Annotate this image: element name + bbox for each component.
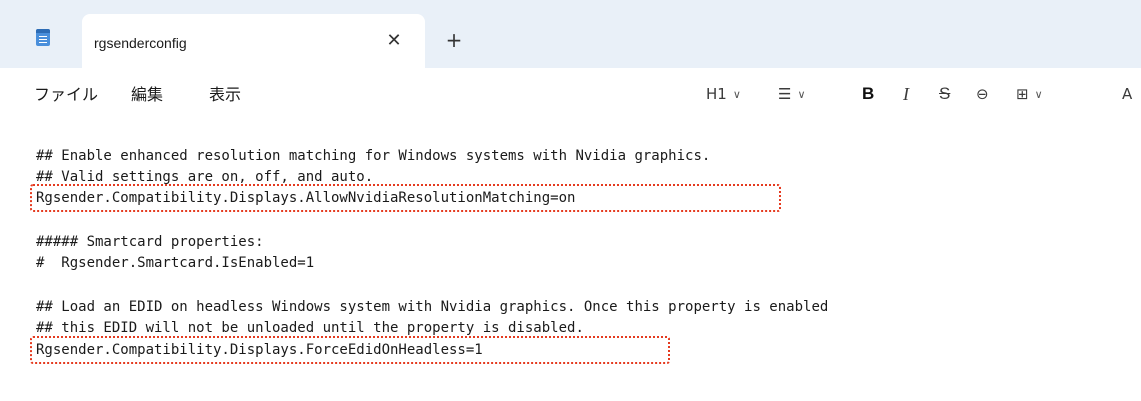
tab-title: rgsenderconfig [94, 35, 187, 51]
highlight-box [30, 184, 781, 212]
table-dropdown[interactable]: ⊞ ∨ [1016, 78, 1043, 110]
strikethrough-button[interactable]: S [939, 78, 950, 110]
editor-line: ## this EDID will not be unloaded until … [36, 320, 584, 336]
list-dropdown[interactable]: ☰ ∨ [778, 78, 806, 110]
editor-line: ##### Smartcard properties: [36, 234, 264, 250]
table-icon: ⊞ [1016, 85, 1029, 103]
more-format-button[interactable]: A [1122, 78, 1132, 110]
editor-line: ## Load an EDID on headless Windows syst… [36, 299, 829, 315]
tab-rgsenderconfig[interactable]: rgsenderconfig ✕ [82, 14, 425, 68]
chevron-down-icon: ∨ [732, 87, 741, 101]
editor-line: ## Enable enhanced resolution matching f… [36, 148, 711, 164]
notepad-icon [36, 29, 50, 46]
bold-button[interactable]: B [862, 78, 874, 110]
menu-bar: ファイル 編集 表示 H1 ∨ ☰ ∨ B I S ⊖ ⊞ ∨ A [0, 68, 1141, 124]
list-icon: ☰ [778, 85, 792, 103]
link-button[interactable]: ⊖ [976, 78, 989, 110]
chevron-down-icon: ∨ [1034, 87, 1043, 101]
editor-area[interactable]: ## Enable enhanced resolution matching f… [0, 124, 1141, 401]
chevron-down-icon: ∨ [797, 87, 806, 101]
heading-dropdown[interactable]: H1 ∨ [706, 78, 741, 110]
heading-label: H1 [706, 85, 727, 103]
menu-edit[interactable]: 編集 [131, 81, 163, 105]
close-tab-icon[interactable]: ✕ [382, 29, 406, 53]
italic-icon: I [903, 83, 909, 104]
bold-icon: B [862, 84, 875, 103]
link-icon: ⊖ [976, 85, 989, 103]
new-tab-icon[interactable]: + [442, 28, 466, 52]
menu-view[interactable]: 表示 [209, 81, 241, 105]
strikethrough-icon: S [939, 84, 951, 103]
format-icon: A [1122, 85, 1133, 103]
highlight-box [30, 336, 670, 364]
menu-file[interactable]: ファイル [34, 81, 98, 105]
editor-line: # Rgsender.Smartcard.IsEnabled=1 [36, 255, 315, 271]
tab-strip: rgsenderconfig ✕ + [0, 0, 1141, 68]
italic-button[interactable]: I [903, 78, 909, 110]
